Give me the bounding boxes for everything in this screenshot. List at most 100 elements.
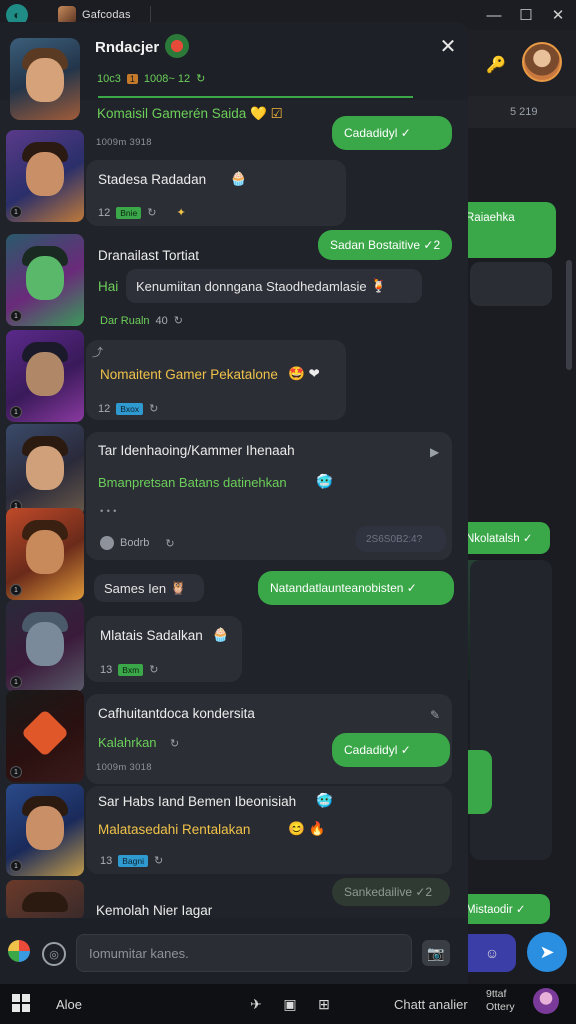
status-extra: 1008~ 12 bbox=[143, 72, 191, 85]
contact-name[interactable]: Rndacjer bbox=[95, 39, 159, 56]
contact-avatar[interactable] bbox=[10, 38, 80, 120]
taskbar-app-label[interactable]: Chatt analier bbox=[394, 997, 468, 1012]
sent-bubble[interactable]: Cadadidyl ✓ bbox=[332, 733, 450, 767]
user-avatar[interactable] bbox=[522, 42, 562, 82]
avatar-face bbox=[26, 806, 64, 850]
avatar-face bbox=[26, 256, 64, 300]
contact-status: 10c3 1 1008~ 12 ↻ bbox=[97, 72, 206, 86]
avatar-badge: 1 bbox=[10, 766, 22, 778]
message-label: Kalahrkan bbox=[98, 735, 157, 750]
sent-bubble[interactable]: Sankedailive ✓2 bbox=[332, 878, 450, 906]
avatar-face bbox=[26, 152, 64, 196]
sender-avatar[interactable]: 1 bbox=[6, 784, 84, 876]
avatar-badge: 1 bbox=[10, 206, 22, 218]
message-text: Nomaitent Gamer Pekatalone bbox=[100, 367, 278, 382]
taskbar-clock: 9ttaf Ottery bbox=[486, 988, 515, 1014]
message-meta-label: Bodrb bbox=[120, 537, 150, 549]
sender-avatar[interactable]: 1 bbox=[6, 600, 84, 692]
key-icon[interactable]: 🔑 bbox=[486, 55, 506, 75]
clock-line-1: 9ttaf bbox=[486, 988, 507, 1000]
owl-icon: 🦉 bbox=[170, 580, 187, 595]
sender-avatar[interactable]: 1 bbox=[6, 330, 84, 422]
emoji-reactions: 😊 🔥 bbox=[288, 821, 326, 836]
face-icon: 🥶 bbox=[316, 474, 333, 489]
play-icon[interactable]: ▶ bbox=[430, 445, 439, 459]
image-icon[interactable]: ▣ bbox=[280, 994, 300, 1014]
taskbar-avatar[interactable] bbox=[533, 988, 559, 1014]
message-text: Sar Habs Iand Bemen Ibeonisiah bbox=[98, 794, 297, 809]
sender-avatar[interactable]: 1 bbox=[6, 508, 84, 600]
message-pill[interactable]: Kenumiitan donngana Staodhedamlasie 🍹 bbox=[126, 269, 422, 303]
background-bubble: Nkolatalsh ✓ bbox=[456, 522, 550, 554]
pinwheel-icon[interactable] bbox=[8, 940, 30, 962]
background-scrollbar[interactable] bbox=[566, 260, 572, 370]
group-title-text: Komaisil Gamerén Saida bbox=[97, 106, 247, 121]
message-tag: Bxox bbox=[116, 402, 144, 415]
message-count: 12 bbox=[98, 402, 111, 415]
message-stamp: 2S6S0B2:4? bbox=[356, 526, 446, 552]
taskbar-label[interactable]: Aloe bbox=[56, 997, 82, 1012]
background-card bbox=[470, 560, 552, 860]
message-input[interactable]: Iomumitar kanes. bbox=[76, 934, 412, 972]
sent-bubble[interactable]: Natandatlaunteanobisten ✓ bbox=[258, 571, 454, 605]
panel-close-button[interactable]: ✕ bbox=[436, 34, 460, 58]
message-count: 13 bbox=[100, 854, 113, 867]
status-badge: 1 bbox=[126, 73, 138, 84]
sent-bubble[interactable]: Cadadidyl ✓ bbox=[332, 116, 452, 150]
avatar-face bbox=[26, 352, 64, 396]
sender-avatar[interactable]: 1 bbox=[6, 424, 84, 516]
send-button[interactable]: ➤ bbox=[527, 932, 567, 972]
game-icon bbox=[165, 34, 189, 58]
emoji-reactions: 🤩 ❤ bbox=[288, 366, 320, 381]
received-pill[interactable]: Sames Ien 🦉 bbox=[94, 574, 204, 602]
face-icon: 🥶 bbox=[316, 793, 333, 808]
sparkle-icon: ✦ bbox=[176, 207, 186, 219]
sender-avatar[interactable] bbox=[6, 880, 84, 920]
start-icon[interactable] bbox=[12, 994, 30, 1012]
message-text: Stadesa Radadan bbox=[98, 172, 207, 187]
avatar-face bbox=[26, 58, 64, 102]
minimize-button[interactable]: — bbox=[482, 4, 506, 26]
reader-avatar bbox=[100, 536, 114, 550]
group-title: Komaisil Gamerén Saida 💛 ☑ bbox=[97, 106, 283, 122]
background-bubble: Raiaehka bbox=[456, 202, 556, 258]
maximize-button[interactable]: ☐ bbox=[514, 4, 538, 26]
grid-icon[interactable]: ⊞ bbox=[314, 994, 334, 1014]
avatar-face bbox=[26, 622, 64, 666]
avatar-face bbox=[26, 446, 64, 490]
sticker-button[interactable]: ☺ bbox=[468, 934, 516, 972]
chat-panel: Rndacjer 10c3 1 1008~ 12 ↻ ✕ Komaisil Ga… bbox=[0, 22, 468, 984]
camera-button[interactable]: 📷 bbox=[422, 940, 450, 966]
attach-button[interactable]: ◎ bbox=[42, 942, 66, 966]
clock-icon: ↻ bbox=[173, 315, 183, 327]
sender-avatar[interactable]: 1 bbox=[6, 234, 84, 326]
background-subtext: 5 219 bbox=[510, 106, 538, 118]
message-title: Kemolah Nier Iagar bbox=[96, 903, 213, 918]
refresh-icon: ↻ bbox=[196, 73, 206, 85]
drink-icon: 🍹 bbox=[370, 278, 387, 293]
clock-icon: ↻ bbox=[149, 664, 159, 676]
background-card bbox=[470, 262, 552, 306]
sender-avatar[interactable]: 1 bbox=[6, 130, 84, 222]
clock-icon: ↻ bbox=[149, 403, 159, 415]
bird-icon[interactable]: ✈ bbox=[246, 994, 266, 1014]
edit-icon[interactable]: ✎ bbox=[430, 708, 440, 722]
clock-icon: ↻ bbox=[154, 855, 164, 867]
message-text-secondary: Malatasedahi Rentalakan bbox=[98, 822, 251, 837]
message-count: 12 bbox=[98, 206, 111, 219]
tab-title[interactable]: Gafcodas bbox=[82, 9, 131, 21]
clock-icon: ↻ bbox=[170, 738, 180, 750]
avatar-hair bbox=[22, 892, 68, 912]
message-pill-text: Kenumiitan donngana Staodhedamlasie bbox=[136, 278, 367, 294]
avatar-face bbox=[26, 530, 64, 574]
message-tag: Bxm bbox=[118, 663, 144, 676]
window-close-button[interactable]: ✕ bbox=[546, 4, 570, 26]
message-label: Hai bbox=[98, 279, 119, 294]
sender-avatar[interactable]: 1 bbox=[6, 690, 84, 782]
cupcake-icon: 🧁 bbox=[212, 627, 229, 642]
clock-icon: ↻ bbox=[147, 207, 157, 219]
reply-arrow-icon: ⤴ bbox=[92, 347, 103, 359]
background-bubble: Mistaodir ✓ bbox=[456, 894, 550, 924]
sent-bubble[interactable]: Sadan Bostaitive ✓2 bbox=[318, 230, 452, 260]
message-title: Dranailast Tortiat bbox=[98, 248, 200, 263]
